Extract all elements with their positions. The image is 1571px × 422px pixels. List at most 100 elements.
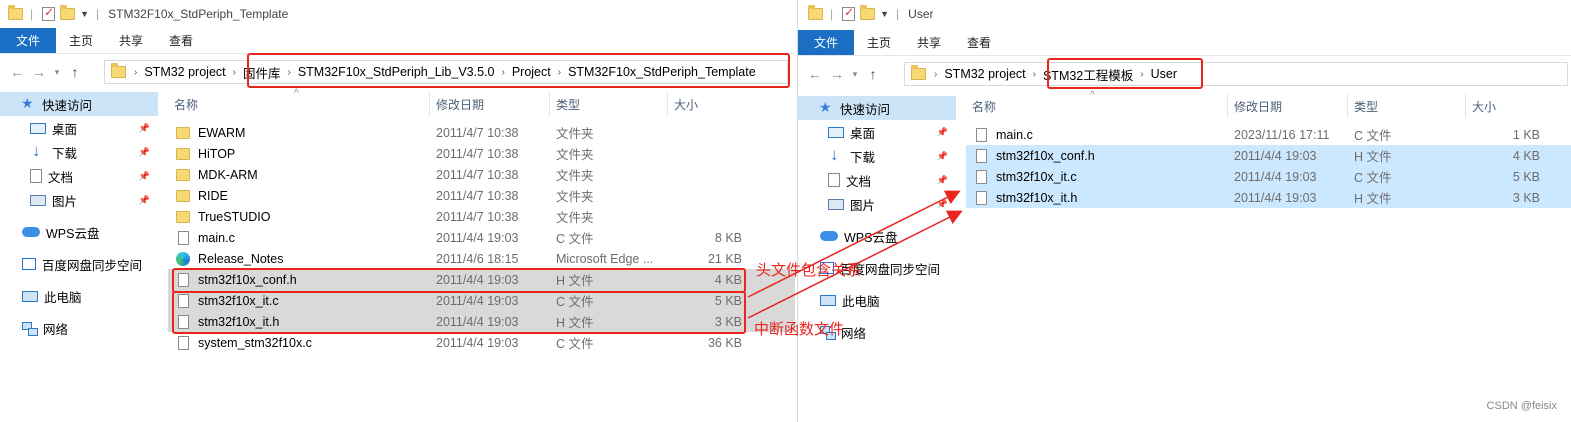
file-name-cell[interactable]: stm32f10x_it.c — [974, 166, 1228, 187]
edge-icon — [176, 251, 190, 266]
file-name-cell[interactable]: MDK-ARM — [176, 164, 430, 185]
new-folder-icon[interactable] — [860, 5, 876, 20]
file-row[interactable]: system_stm32f10x.c 2011/4/4 19:03 C 文件 36 K… — [168, 332, 795, 353]
address-bar[interactable]: › STM32 project › STM32工程模板 › User — [904, 62, 1568, 86]
column-header-name[interactable]: 名称 — [966, 94, 1228, 118]
file-name-cell[interactable]: main.c — [974, 124, 1228, 145]
sidebar-item[interactable]: 图片 📌 — [798, 192, 956, 216]
sidebar-item-label: 网络 — [43, 322, 69, 337]
column-header-date[interactable]: 修改日期 — [1228, 94, 1348, 118]
sidebar-item[interactable]: 文档 📌 — [0, 164, 158, 188]
recent-locations-chevron-icon[interactable]: ▾ — [848, 69, 862, 80]
sidebar-item[interactable]: WPS云盘 — [798, 224, 956, 248]
file-name-cell[interactable]: Release_Notes — [176, 248, 430, 269]
column-headers: 名称 ^ 修改日期 类型 大小 — [168, 88, 795, 116]
pin-icon[interactable]: 📌 — [139, 123, 150, 134]
sidebar-item[interactable]: 下载 📌 — [798, 144, 956, 168]
tab-file[interactable]: 文件 — [798, 30, 855, 55]
file-name-cell[interactable]: TrueSTUDIO — [176, 206, 430, 227]
back-arrow-icon[interactable]: ← — [804, 66, 826, 82]
file-row[interactable]: TrueSTUDIO 2011/4/7 10:38 文件夹 — [168, 206, 795, 227]
file-row[interactable]: stm32f10x_it.h 2011/4/4 19:03 H 文件 3 KB — [966, 187, 1571, 208]
breadcrumb-item[interactable]: STM32 project — [139, 65, 230, 79]
this-pc-icon — [820, 294, 836, 306]
sidebar-item[interactable]: 桌面 📌 — [0, 116, 158, 140]
sidebar-item-label: 网络 — [841, 326, 867, 341]
forward-arrow-icon[interactable]: → — [28, 64, 50, 80]
up-arrow-icon[interactable]: ↑ — [64, 64, 86, 80]
file-row[interactable]: RIDE 2011/4/7 10:38 文件夹 — [168, 185, 795, 206]
new-folder-icon[interactable] — [60, 5, 76, 20]
properties-check-icon[interactable] — [42, 5, 56, 21]
pin-icon[interactable]: 📌 — [937, 127, 948, 138]
column-header-name[interactable]: 名称 — [168, 92, 430, 116]
sidebar-item[interactable]: 快速访问 — [798, 96, 956, 120]
sidebar-item-label: 此电脑 — [44, 290, 82, 305]
pin-icon[interactable]: 📌 — [139, 171, 150, 182]
file-size: 3 KB — [1512, 190, 1540, 205]
properties-check-icon[interactable] — [842, 5, 856, 21]
forward-arrow-icon[interactable]: → — [826, 66, 848, 82]
breadcrumb-item[interactable]: STM32 project — [939, 67, 1030, 81]
customize-toolbar-arrow-icon[interactable]: ▼ — [880, 9, 889, 19]
sidebar-item[interactable]: 桌面 📌 — [798, 120, 956, 144]
pin-icon[interactable]: 📌 — [139, 147, 150, 158]
tab-share[interactable]: 共享 — [904, 30, 954, 55]
file-row[interactable]: Release_Notes 2011/4/6 18:15 Microsoft Edg… — [168, 248, 795, 269]
file-icon — [976, 148, 987, 163]
file-size — [668, 185, 742, 206]
sidebar-item[interactable]: 下载 📌 — [0, 140, 158, 164]
column-header-type[interactable]: 类型 — [1348, 94, 1466, 118]
sidebar-item[interactable]: 此电脑 — [0, 284, 158, 308]
file-name: system_stm32f10x.c — [198, 335, 312, 350]
tab-home[interactable]: 主页 — [56, 28, 106, 53]
column-header-size[interactable]: 大小 — [1466, 94, 1542, 118]
document-icon — [828, 173, 840, 187]
sidebar-item-label: 桌面 — [850, 126, 876, 141]
window-title: User — [908, 7, 934, 21]
sidebar-item[interactable]: 百度网盘同步空间 — [0, 252, 158, 276]
file-row[interactable]: stm32f10x_it.c 2011/4/4 19:03 C 文件 5 KB — [966, 166, 1571, 187]
file-row[interactable]: HiTOP 2011/4/7 10:38 文件夹 — [168, 143, 795, 164]
file-name-cell[interactable]: stm32f10x_it.h — [974, 187, 1228, 208]
pin-icon[interactable]: 📌 — [139, 195, 150, 206]
file-name-cell[interactable]: system_stm32f10x.c — [176, 332, 430, 353]
file-name: stm32f10x_conf.h — [996, 148, 1095, 163]
file-name-cell[interactable]: HiTOP — [176, 143, 430, 164]
pin-icon[interactable]: 📌 — [937, 175, 948, 186]
sidebar-item[interactable]: 此电脑 — [798, 288, 956, 312]
file-name-cell[interactable]: main.c — [176, 227, 430, 248]
recent-locations-chevron-icon[interactable]: ▾ — [50, 67, 64, 78]
back-arrow-icon[interactable]: ← — [6, 64, 28, 80]
file-name-cell[interactable]: stm32f10x_conf.h — [974, 145, 1228, 166]
pin-icon[interactable]: 📌 — [937, 151, 948, 162]
column-header-date[interactable]: 修改日期 — [430, 92, 550, 116]
it-files-highlight-box — [172, 291, 746, 334]
tab-file[interactable]: 文件 — [0, 28, 57, 53]
file-row[interactable]: MDK-ARM 2011/4/7 10:38 文件夹 — [168, 164, 795, 185]
tab-share[interactable]: 共享 — [106, 28, 156, 53]
sidebar-item[interactable]: WPS云盘 — [0, 220, 158, 244]
tab-view[interactable]: 查看 — [156, 28, 206, 53]
file-type: H 文件 — [1354, 192, 1392, 206]
breadcrumb-highlight-box — [247, 53, 790, 88]
file-row[interactable]: EWARM 2011/4/7 10:38 文件夹 — [168, 122, 795, 143]
file-date: 2011/4/7 10:38 — [436, 188, 519, 203]
column-header-size[interactable]: 大小 — [668, 92, 746, 116]
column-header-type[interactable]: 类型 — [550, 92, 668, 116]
pin-icon[interactable]: 📌 — [937, 199, 948, 210]
file-row[interactable]: main.c 2011/4/4 19:03 C 文件 8 KB — [168, 227, 795, 248]
up-arrow-icon[interactable]: ↑ — [862, 66, 884, 82]
sidebar-item[interactable]: 文档 📌 — [798, 168, 956, 192]
file-name-cell[interactable]: RIDE — [176, 185, 430, 206]
sidebar-item[interactable]: 图片 📌 — [0, 188, 158, 212]
file-row[interactable]: stm32f10x_conf.h 2011/4/4 19:03 H 文件 4 KB — [966, 145, 1571, 166]
file-name-cell[interactable]: EWARM — [176, 122, 430, 143]
tab-home[interactable]: 主页 — [854, 30, 904, 55]
sidebar-item-label: 文档 — [48, 170, 74, 185]
tab-view[interactable]: 查看 — [954, 30, 1004, 55]
customize-toolbar-arrow-icon[interactable]: ▼ — [80, 9, 89, 19]
sidebar-item[interactable]: 快速访问 — [0, 92, 158, 116]
file-row[interactable]: main.c 2023/11/16 17:11 C 文件 1 KB — [966, 124, 1571, 145]
sidebar-item[interactable]: 网络 — [0, 316, 158, 340]
